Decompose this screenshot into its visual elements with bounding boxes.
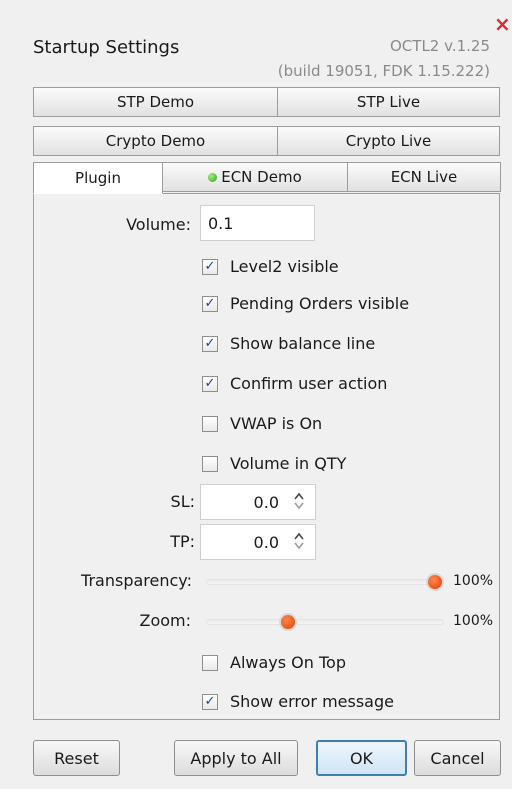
- close-icon[interactable]: ×: [494, 14, 511, 34]
- checkbox-row-balance-line[interactable]: ✓ Show balance line: [202, 334, 375, 353]
- zoom-slider-thumb[interactable]: [278, 613, 297, 631]
- version-info: OCTL2 v.1.25 (build 19051, FDK 1.15.222): [278, 34, 490, 84]
- volume-input[interactable]: 0.1: [200, 205, 315, 241]
- checkbox-row-confirm-action[interactable]: ✓ Confirm user action: [202, 374, 387, 393]
- vwap-label: VWAP is On: [230, 414, 323, 433]
- zoom-label: Zoom:: [139, 611, 191, 630]
- vwap-checkbox[interactable]: [202, 415, 218, 432]
- transparency-value: 100%: [453, 573, 494, 589]
- balance-line-checkbox[interactable]: ✓: [202, 335, 218, 352]
- tp-label: TP:: [170, 532, 195, 551]
- reset-button[interactable]: Reset: [33, 740, 120, 776]
- build-info: (build 19051, FDK 1.15.222): [277, 62, 490, 80]
- apply-to-all-button[interactable]: Apply to All: [174, 740, 298, 776]
- show-error-checkbox[interactable]: ✓: [202, 693, 218, 710]
- sl-value: 0.0: [253, 492, 279, 512]
- tab-ecn-demo[interactable]: ECN Demo: [162, 162, 348, 192]
- tab-stp-live[interactable]: STP Live: [277, 87, 500, 117]
- ok-button[interactable]: OK: [316, 740, 407, 776]
- show-error-label: Show error message: [230, 692, 394, 711]
- tab-row-plugin: Plugin ECN Demo ECN Live: [33, 162, 501, 194]
- tab-row-crypto: Crypto Demo Crypto Live: [33, 126, 500, 156]
- transparency-label: Transparency:: [81, 571, 192, 590]
- tp-spinner-arrows-icon[interactable]: [293, 531, 305, 551]
- tab-crypto-demo[interactable]: Crypto Demo: [33, 126, 278, 156]
- checkbox-row-volume-qty[interactable]: Volume in QTY: [202, 454, 346, 473]
- tab-row-stp: STP Demo STP Live: [33, 87, 500, 117]
- checkbox-row-show-error[interactable]: ✓ Show error message: [202, 692, 394, 711]
- balance-line-label: Show balance line: [230, 334, 376, 353]
- window-title: Startup Settings: [33, 37, 180, 58]
- sl-spinner[interactable]: 0.0: [200, 484, 316, 520]
- transparency-slider-thumb[interactable]: [426, 573, 444, 591]
- sl-label: SL:: [170, 492, 195, 511]
- pending-orders-label: Pending Orders visible: [230, 294, 410, 313]
- always-on-top-label: Always On Top: [230, 653, 346, 672]
- always-on-top-checkbox[interactable]: [202, 654, 218, 671]
- volume-qty-checkbox[interactable]: [202, 455, 218, 472]
- volume-qty-label: Volume in QTY: [230, 454, 347, 473]
- startup-settings-window: × Startup Settings OCTL2 v.1.25 (build 1…: [0, 0, 512, 789]
- tab-plugin[interactable]: Plugin: [33, 162, 163, 194]
- zoom-slider-track[interactable]: [206, 619, 444, 625]
- confirm-action-label: Confirm user action: [230, 374, 388, 393]
- transparency-slider-track[interactable]: [206, 579, 444, 585]
- confirm-action-checkbox[interactable]: ✓: [202, 375, 218, 392]
- sl-spinner-arrows-icon[interactable]: [293, 491, 305, 511]
- pending-orders-checkbox[interactable]: ✓: [202, 295, 218, 312]
- tab-ecn-live[interactable]: ECN Live: [347, 162, 501, 192]
- level2-checkbox[interactable]: ✓: [202, 258, 218, 275]
- tp-value: 0.0: [253, 532, 279, 552]
- tab-stp-demo[interactable]: STP Demo: [33, 87, 278, 117]
- tp-spinner[interactable]: 0.0: [200, 524, 316, 560]
- status-dot-icon: [208, 172, 218, 182]
- tab-ecn-demo-label: ECN Demo: [221, 168, 302, 186]
- cancel-button[interactable]: Cancel: [414, 740, 501, 776]
- zoom-value: 100%: [453, 613, 494, 629]
- volume-label: Volume:: [126, 215, 191, 234]
- version-number: OCTL2 v.1.25: [390, 37, 490, 55]
- checkbox-row-vwap[interactable]: VWAP is On: [202, 414, 322, 433]
- checkbox-row-level2[interactable]: ✓ Level2 visible: [202, 257, 339, 276]
- level2-label: Level2 visible: [230, 257, 339, 276]
- checkbox-row-always-on-top[interactable]: Always On Top: [202, 653, 346, 672]
- checkbox-row-pending-orders[interactable]: ✓ Pending Orders visible: [202, 294, 409, 313]
- tab-crypto-live[interactable]: Crypto Live: [277, 126, 500, 156]
